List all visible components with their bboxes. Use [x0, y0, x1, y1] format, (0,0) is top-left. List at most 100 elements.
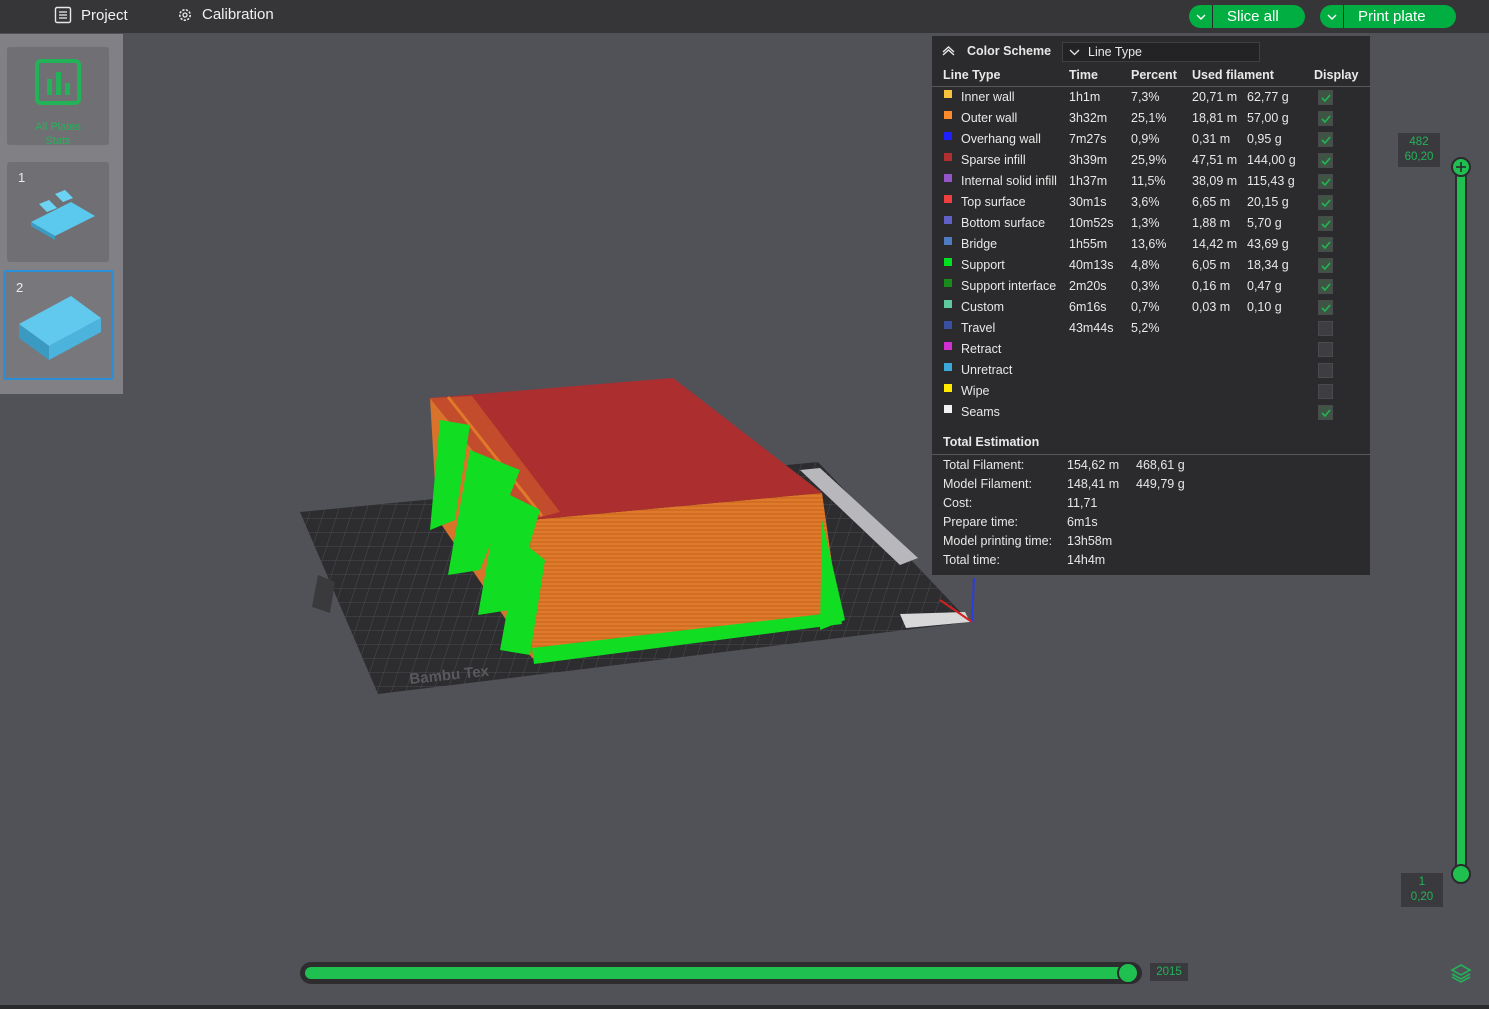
legend-row[interactable]: Bridge 1h55m 13,6% 14,42 m 43,69 g: [932, 234, 1370, 255]
color-scheme-select[interactable]: Line Type: [1062, 42, 1260, 62]
line-weight: 43,69 g: [1247, 237, 1289, 251]
legend-row[interactable]: Seams: [932, 402, 1370, 423]
display-checkbox[interactable]: [1318, 300, 1333, 315]
checkmark-icon: [1321, 94, 1331, 103]
move-slider-handle[interactable]: [1117, 962, 1139, 984]
checkmark-icon: [1321, 199, 1331, 208]
bottom-layer-label: 1 0,20: [1401, 873, 1443, 907]
legend-column-headers: Line Type Time Percent Used filament Dis…: [932, 65, 1370, 87]
all-plates-stats-button[interactable]: All Plates Stats: [7, 47, 109, 147]
line-time: 3h32m: [1069, 111, 1108, 125]
col-display: Display: [1314, 68, 1359, 82]
display-checkbox[interactable]: [1318, 132, 1333, 147]
line-type-name: Inner wall: [961, 90, 1015, 104]
line-time: 6m16s: [1069, 300, 1107, 314]
line-percent: 25,1%: [1131, 111, 1167, 125]
checkmark-icon: [1321, 115, 1331, 124]
display-checkbox[interactable]: [1318, 216, 1333, 231]
color-swatch: [944, 363, 952, 371]
legend-row[interactable]: Top surface 30m1s 3,6% 6,65 m 20,15 g: [932, 192, 1370, 213]
legend-row[interactable]: Sparse infill 3h39m 25,9% 47,51 m 144,00 g: [932, 150, 1370, 171]
legend-row[interactable]: Inner wall 1h1m 7,3% 20,71 m 62,77 g: [932, 87, 1370, 108]
plus-icon: [1456, 162, 1466, 172]
line-weight: 144,00 g: [1247, 153, 1296, 167]
checkmark-icon: [1321, 241, 1331, 250]
line-length: 1,88 m: [1192, 216, 1231, 230]
total-row: Cost: 11,71: [932, 494, 1370, 513]
checkmark-icon: [1321, 304, 1331, 313]
line-type-name: Retract: [961, 342, 1002, 356]
display-checkbox[interactable]: [1318, 321, 1333, 336]
line-weight: 0,95 g: [1247, 132, 1282, 146]
legend-row[interactable]: Bottom surface 10m52s 1,3% 1,88 m 5,70 g: [932, 213, 1370, 234]
plate-list-panel: All Plates Stats 1 2: [0, 34, 123, 394]
display-checkbox[interactable]: [1318, 342, 1333, 357]
move-slider-range: [305, 967, 1130, 979]
total-value-secondary: 468,61 g: [1136, 458, 1185, 472]
line-percent: 25,9%: [1131, 153, 1167, 167]
collapse-icon[interactable]: [942, 45, 955, 56]
line-length: 18,81 m: [1192, 111, 1238, 125]
total-label: Total Filament:: [943, 458, 1025, 472]
legend-row[interactable]: Travel 43m44s 5,2%: [932, 318, 1370, 339]
line-weight: 0,10 g: [1247, 300, 1282, 314]
line-time: 2m20s: [1069, 279, 1107, 293]
layer-slider-bottom-handle[interactable]: [1451, 864, 1471, 884]
legend-row[interactable]: Support 40m13s 4,8% 6,05 m 18,34 g: [932, 255, 1370, 276]
display-checkbox[interactable]: [1318, 363, 1333, 378]
display-checkbox[interactable]: [1318, 279, 1333, 294]
color-swatch: [944, 216, 952, 224]
plate-number: 1: [18, 170, 26, 185]
display-checkbox[interactable]: [1318, 384, 1333, 399]
checkmark-icon: [1321, 136, 1331, 145]
legend-row[interactable]: Wipe: [932, 381, 1370, 402]
color-scheme-value: Line Type: [1088, 45, 1142, 59]
col-percent: Percent: [1131, 68, 1177, 82]
legend-row[interactable]: Support interface 2m20s 0,3% 0,16 m 0,47 g: [932, 276, 1370, 297]
line-type-name: Seams: [961, 405, 1000, 419]
line-weight: 20,15 g: [1247, 195, 1289, 209]
line-length: 0,31 m: [1192, 132, 1231, 146]
plate-thumbnail-2[interactable]: 2: [3, 270, 114, 380]
total-value: 13h58m: [1067, 534, 1113, 548]
line-type-name: Support interface: [961, 279, 1057, 293]
display-checkbox[interactable]: [1318, 90, 1333, 105]
line-weight: 62,77 g: [1247, 90, 1289, 104]
display-checkbox[interactable]: [1318, 237, 1333, 252]
line-percent: 4,8%: [1131, 258, 1160, 272]
display-checkbox[interactable]: [1318, 195, 1333, 210]
legend-row[interactable]: Retract: [932, 339, 1370, 360]
plate-thumbnail-1[interactable]: 1: [7, 162, 109, 262]
total-row: Prepare time: 6m1s: [932, 513, 1370, 532]
display-checkbox[interactable]: [1318, 174, 1333, 189]
line-type-name: Support: [961, 258, 1005, 272]
display-checkbox[interactable]: [1318, 153, 1333, 168]
line-time: 1h37m: [1069, 174, 1108, 188]
line-type-name: Travel: [961, 321, 996, 335]
total-row: Model Filament: 148,41 m 449,79 g: [932, 475, 1370, 494]
total-value-secondary: 449,79 g: [1136, 477, 1185, 491]
legend-row[interactable]: Custom 6m16s 0,7% 0,03 m 0,10 g: [932, 297, 1370, 318]
line-percent: 5,2%: [1131, 321, 1160, 335]
layer-slider-top-handle[interactable]: [1451, 157, 1471, 177]
line-time: 30m1s: [1069, 195, 1107, 209]
display-checkbox[interactable]: [1318, 111, 1333, 126]
total-row: Model printing time: 13h58m: [932, 532, 1370, 551]
color-swatch: [944, 153, 952, 161]
line-type-name: Wipe: [961, 384, 990, 398]
legend-row[interactable]: Overhang wall 7m27s 0,9% 0,31 m 0,95 g: [932, 129, 1370, 150]
stats-icon: [35, 59, 81, 110]
line-type-name: Bottom surface: [961, 216, 1046, 230]
total-row: Total time: 14h4m: [932, 551, 1370, 570]
display-checkbox[interactable]: [1318, 258, 1333, 273]
layers-icon[interactable]: [1450, 962, 1472, 989]
line-type-name: Custom: [961, 300, 1005, 314]
legend-row[interactable]: Internal solid infill 1h37m 11,5% 38,09 m 11…: [932, 171, 1370, 192]
legend-row[interactable]: Outer wall 3h32m 25,1% 18,81 m 57,00 g: [932, 108, 1370, 129]
total-value: 14h4m: [1067, 553, 1106, 567]
total-label: Prepare time:: [943, 515, 1019, 529]
col-time: Time: [1069, 68, 1098, 82]
move-slider-value: 2015: [1150, 963, 1188, 981]
legend-row[interactable]: Unretract: [932, 360, 1370, 381]
display-checkbox[interactable]: [1318, 405, 1333, 420]
